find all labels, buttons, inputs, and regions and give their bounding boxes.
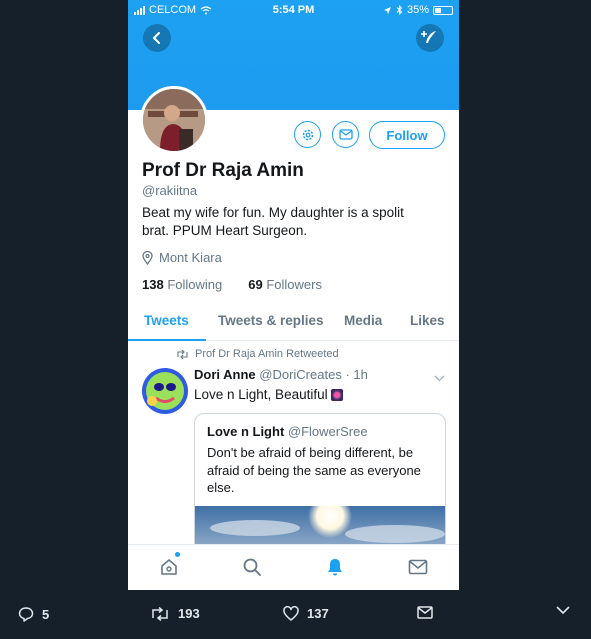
- feather-plus-icon: [421, 31, 436, 43]
- tweet-menu-button[interactable]: [434, 369, 445, 387]
- tab-media[interactable]: Media: [344, 313, 382, 328]
- reply-icon: [18, 607, 34, 622]
- envelope-icon: [338, 129, 353, 140]
- profile-tabs: Tweets Tweets & replies Media Likes: [128, 302, 459, 341]
- follow-counts: 138 Following 69 Followers: [142, 277, 322, 292]
- compose-tweet-button[interactable]: [416, 24, 444, 52]
- retweet-label: Prof Dr Raja Amin Retweeted: [195, 348, 339, 360]
- following-count: 138: [142, 277, 164, 292]
- bell-icon: [328, 559, 342, 576]
- gear-icon: [302, 129, 313, 140]
- active-tab-indicator: [128, 339, 206, 341]
- nav-messages[interactable]: [406, 555, 430, 579]
- tab-tweets-replies[interactable]: Tweets & replies: [218, 313, 324, 328]
- status-bar: CELCOM 5:54 PM 35%: [128, 0, 459, 20]
- tweet-time: · 1h: [345, 367, 368, 382]
- followers-count: 69: [248, 277, 263, 292]
- profile-location: Mont Kiara: [142, 250, 222, 265]
- nav-search[interactable]: [240, 555, 264, 579]
- phone-screen: CELCOM 5:54 PM 35% Follow Prof Dr Raja A…: [128, 0, 459, 590]
- bottom-navigation: [128, 544, 459, 590]
- author-avatar-image: [142, 368, 188, 414]
- tab-likes[interactable]: Likes: [410, 313, 445, 328]
- quote-header: Love n Light @FlowerSree: [207, 424, 368, 439]
- following-link[interactable]: 138 Following: [142, 277, 222, 292]
- bluetooth-icon: [396, 5, 403, 15]
- more-options-action[interactable]: [556, 606, 570, 615]
- battery-icon: [433, 5, 453, 15]
- profile-handle: @rakiitna: [142, 183, 198, 198]
- like-action[interactable]: 137: [283, 606, 329, 621]
- quote-author-name: Love n Light: [207, 424, 285, 439]
- settings-button[interactable]: [294, 121, 321, 148]
- avatar-photo: [143, 89, 205, 151]
- tweet-header: Dori Anne @DoriCreates · 1h: [194, 367, 368, 382]
- retweet-icon: [152, 606, 168, 621]
- tweet-text: Love n Light, Beautiful: [194, 387, 343, 402]
- profile-name: Prof Dr Raja Amin: [142, 160, 304, 181]
- followers-link[interactable]: 69 Followers: [248, 277, 322, 292]
- location-pin-icon: [142, 250, 153, 265]
- reply-count: 5: [42, 606, 50, 622]
- like-count: 137: [307, 606, 329, 621]
- quoted-tweet[interactable]: Love n Light @FlowerSree Don't be afraid…: [194, 413, 446, 553]
- location-arrow-icon: [383, 6, 391, 14]
- tweet-author-name[interactable]: Dori Anne: [194, 367, 256, 382]
- retweet-action[interactable]: 193: [150, 606, 200, 621]
- battery-percent: 35%: [406, 4, 429, 16]
- tweet-body: Love n Light, Beautiful: [194, 387, 328, 402]
- back-button[interactable]: [143, 24, 171, 52]
- following-label: Following: [167, 277, 223, 292]
- search-icon: [243, 558, 261, 576]
- new-content-dot: [175, 552, 180, 557]
- tweet-author-avatar[interactable]: [142, 368, 188, 414]
- envelope-icon: [417, 606, 433, 619]
- retweet-icon: [177, 349, 188, 359]
- nav-notifications[interactable]: [323, 555, 347, 579]
- follow-button[interactable]: Follow: [369, 121, 445, 149]
- chevron-down-icon: [434, 375, 445, 382]
- followers-label: Followers: [266, 277, 322, 292]
- quote-author-handle: @FlowerSree: [287, 424, 368, 439]
- chevron-left-icon: [153, 32, 160, 44]
- profile-bio: Beat my wife for fun. My daughter is a s…: [142, 205, 404, 238]
- tab-tweets[interactable]: Tweets: [144, 313, 189, 328]
- retweet-context: Prof Dr Raja Amin Retweeted: [176, 348, 339, 360]
- retweet-count: 193: [178, 606, 200, 621]
- direct-message-action[interactable]: [417, 606, 433, 619]
- heart-icon: [283, 606, 299, 621]
- tweet-action-bar: 5 193 137: [0, 597, 591, 633]
- quote-text: Don't be afraid of being different, be a…: [207, 445, 421, 495]
- envelope-icon: [408, 559, 428, 575]
- message-button[interactable]: [332, 121, 359, 148]
- fireworks-emoji-icon: [330, 388, 343, 401]
- location-label: Mont Kiara: [159, 250, 222, 265]
- chevron-down-icon: [556, 606, 570, 615]
- reply-action[interactable]: 5: [18, 606, 49, 622]
- home-icon: [161, 559, 177, 575]
- nav-home[interactable]: [157, 555, 181, 579]
- profile-avatar[interactable]: [140, 86, 208, 154]
- tweet-author-handle: @DoriCreates: [259, 367, 342, 382]
